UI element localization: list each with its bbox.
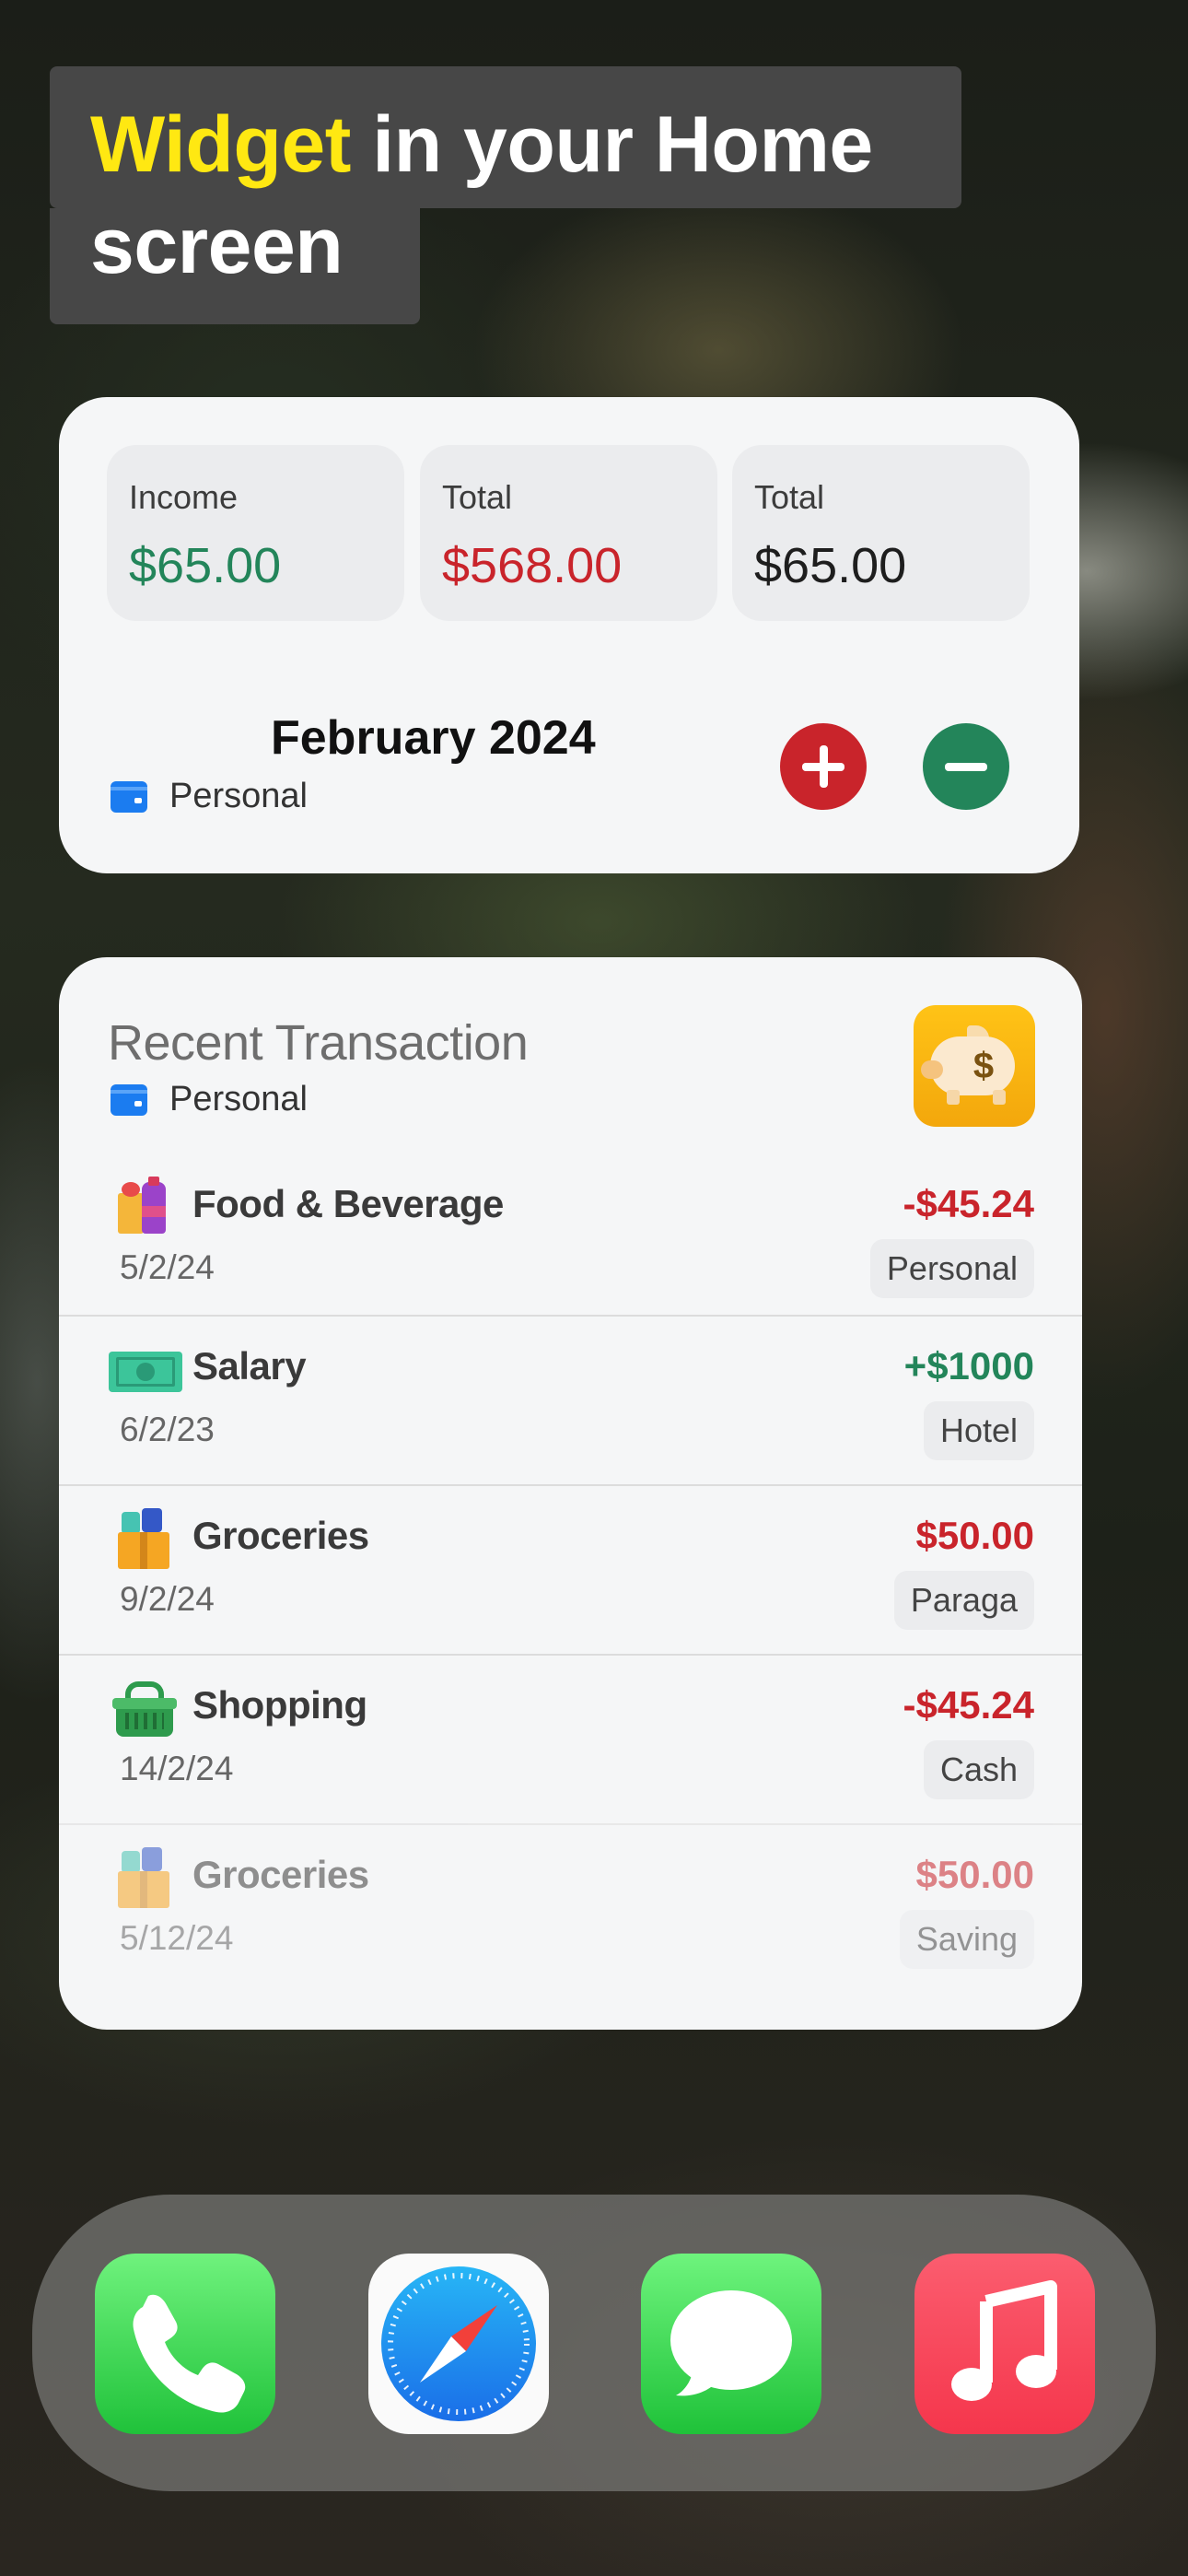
transaction-name: Groceries	[192, 1853, 369, 1896]
wallet-icon	[111, 1083, 147, 1116]
messages-app-icon[interactable]	[641, 2254, 821, 2434]
headline-highlight: Widget	[90, 100, 351, 189]
transaction-amount: $50.00	[915, 1514, 1034, 1557]
transaction-row[interactable]: Food & Beverage 5/2/24 -$45.24 Personal	[59, 1154, 1082, 1324]
compass-icon	[381, 2266, 536, 2421]
tile-value: $65.00	[129, 538, 282, 593]
speech-bubble-icon	[670, 2290, 792, 2396]
wallet-tag: Paraga	[893, 1571, 1034, 1630]
transaction-date: 5/12/24	[120, 1919, 234, 1957]
music-note-icon	[951, 2280, 1057, 2401]
transaction-date: 5/2/24	[120, 1248, 215, 1286]
transaction-amount: -$45.24	[903, 1683, 1034, 1727]
transaction-row[interactable]: Salary 6/2/23 +$1000 Hotel	[59, 1315, 1082, 1486]
safari-app-icon[interactable]	[368, 2254, 549, 2434]
transaction-name: Groceries	[192, 1514, 369, 1557]
transaction-amount: $50.00	[915, 1853, 1034, 1896]
income-tile: Income $65.00	[107, 445, 404, 621]
pig-nose	[921, 1060, 943, 1079]
tile-label: Total	[754, 478, 825, 516]
icon-part	[142, 1508, 162, 1532]
transaction-name: Salary	[192, 1344, 307, 1388]
recent-transactions-widget[interactable]: Recent Transaction Personal $ Food & Bev…	[59, 957, 1082, 2030]
phone-icon	[133, 2294, 246, 2413]
tile-label: Total	[442, 478, 513, 516]
icon-part	[112, 1698, 177, 1709]
icon-part	[116, 1705, 173, 1737]
pig-leg	[993, 1090, 1006, 1105]
cash-icon	[109, 1339, 182, 1399]
transaction-date: 9/2/24	[120, 1580, 215, 1618]
wallet-selector: Personal	[111, 777, 308, 816]
summary-widget[interactable]: Income $65.00 Total $568.00 Total $65.00…	[59, 397, 1079, 873]
wallet-icon	[111, 780, 147, 813]
transaction-row[interactable]: Groceries 9/2/24 $50.00 Paraga	[59, 1484, 1082, 1656]
icon-part	[118, 1871, 169, 1908]
total-expense-tile: Total $568.00	[420, 445, 717, 621]
wallet-selector: Personal	[111, 1080, 308, 1119]
transaction-name: Shopping	[192, 1683, 367, 1727]
wallet-label: Personal	[169, 777, 308, 815]
icon-part	[142, 1177, 166, 1234]
icon-part	[118, 1532, 169, 1569]
icon-part	[122, 1851, 140, 1873]
shopping-basket-icon	[112, 1678, 177, 1739]
wallet-tag: Saving	[899, 1910, 1034, 1969]
headline-line1: Widget in your Home	[90, 94, 873, 195]
wallet-tag: Hotel	[923, 1401, 1034, 1460]
transaction-date: 6/2/23	[120, 1411, 215, 1448]
total-balance-tile: Total $65.00	[732, 445, 1030, 621]
icon-part	[118, 1182, 144, 1234]
wallet-tag: Personal	[869, 1239, 1034, 1298]
tile-value: $65.00	[754, 538, 907, 593]
icon-part	[122, 1512, 140, 1534]
transaction-date: 14/2/24	[120, 1750, 234, 1787]
headline-line2: screen	[90, 202, 344, 290]
food-beverage-icon	[114, 1177, 175, 1237]
dollar-icon: $	[973, 1046, 995, 1086]
subtract-transaction-button[interactable]	[923, 723, 1009, 810]
icon-part	[109, 1352, 182, 1392]
icon-part	[142, 1847, 162, 1871]
wallet-tag: Cash	[923, 1740, 1034, 1799]
phone-app-icon[interactable]	[95, 2254, 275, 2434]
dock	[32, 2195, 1156, 2491]
pig-leg	[947, 1090, 960, 1105]
headline-rest: in your Home	[350, 100, 873, 189]
tile-value: $568.00	[442, 538, 623, 593]
month-label: February 2024	[271, 711, 596, 765]
groceries-icon	[114, 1847, 175, 1908]
transaction-amount: -$45.24	[903, 1182, 1034, 1225]
wallet-label: Personal	[169, 1080, 308, 1118]
transaction-row[interactable]: Groceries 5/12/24 $50.00 Saving	[59, 1823, 1082, 1995]
transaction-amount: +$1000	[903, 1344, 1034, 1388]
groceries-icon	[114, 1508, 175, 1569]
tile-label: Income	[129, 478, 239, 516]
transaction-name: Food & Beverage	[192, 1182, 504, 1225]
music-app-icon[interactable]	[914, 2254, 1095, 2434]
add-transaction-button[interactable]	[780, 723, 867, 810]
widget-title: Recent Transaction	[108, 1015, 529, 1071]
transaction-row[interactable]: Shopping 14/2/24 -$45.24 Cash	[59, 1654, 1082, 1825]
piggy-bank-icon: $	[914, 1005, 1035, 1127]
